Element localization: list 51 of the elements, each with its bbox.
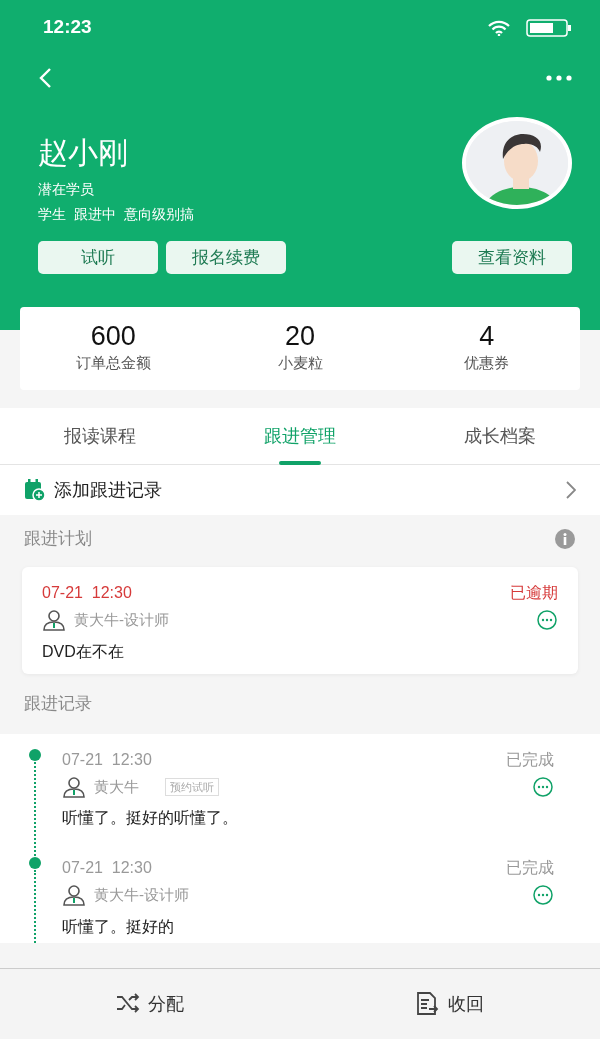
wifi-icon xyxy=(488,19,510,36)
record-person: 黄大牛-设计师 xyxy=(94,885,189,905)
tab[interactable]: 成长档案 xyxy=(450,408,550,465)
record-note: 听懂了。挺好的 xyxy=(62,916,175,937)
record-note: 听懂了。挺好的听懂了。 xyxy=(62,808,239,828)
action-button[interactable]: 报名续费 xyxy=(166,241,286,274)
more-options-icon[interactable] xyxy=(532,885,554,906)
timeline-dot-icon xyxy=(28,856,42,870)
chevron-right-icon xyxy=(566,481,576,499)
stat-value: 600 xyxy=(89,322,137,353)
section-title: 跟进计划 xyxy=(24,528,92,551)
record-status: 已完成 xyxy=(506,858,554,878)
info-icon[interactable] xyxy=(554,528,576,550)
record-date: 07-21 12:30 xyxy=(42,583,132,603)
timeline-dot-icon xyxy=(28,747,42,762)
student-type: 潜在学员 xyxy=(38,180,95,199)
person-icon xyxy=(62,884,86,907)
record-status: 已完成 xyxy=(506,749,554,770)
record-tag: 预约试听 xyxy=(165,777,219,796)
student-name: 赵小刚 xyxy=(38,135,129,171)
record-status: 已逾期 xyxy=(510,583,558,603)
stat-label: 优惠券 xyxy=(463,353,511,374)
record-person: 黄大牛 xyxy=(94,776,139,797)
calendar-add-icon xyxy=(24,479,46,501)
section-title: 跟进记录 xyxy=(24,692,92,715)
stat-value: 4 xyxy=(478,322,496,353)
battery-icon xyxy=(526,18,572,37)
student-tag: 学生 xyxy=(38,204,66,225)
bottom-action[interactable]: 分配 xyxy=(110,989,190,1019)
stat-value: 20 xyxy=(284,322,317,353)
bottom-action[interactable]: 收回 xyxy=(410,989,490,1019)
back-icon[interactable] xyxy=(38,66,52,89)
student-tag: 意向级别搞 xyxy=(124,204,194,225)
record-note: DVD在不在 xyxy=(42,641,125,662)
action-button[interactable]: 试听 xyxy=(38,241,158,274)
record-date: 07-21 12:30 xyxy=(62,858,152,878)
view-profile-button[interactable]: 查看资料 xyxy=(452,241,572,274)
record-person: 黄大牛-设计师 xyxy=(74,610,169,630)
stat-label: 小麦粒 xyxy=(276,353,324,374)
person-icon xyxy=(42,609,66,632)
record-date: 07-21 12:30 xyxy=(62,749,152,770)
student-tag: 跟进中 xyxy=(74,204,116,225)
add-record-row[interactable]: 添加跟进记录 xyxy=(0,465,600,515)
more-options-icon[interactable] xyxy=(532,776,554,797)
tab[interactable]: 报读课程 xyxy=(50,408,150,465)
more-icon[interactable] xyxy=(546,74,572,81)
person-icon xyxy=(62,775,86,798)
stat-label: 订单总金额 xyxy=(74,353,152,374)
more-options-icon[interactable] xyxy=(536,610,558,631)
status-time: 12:23 xyxy=(43,15,92,40)
document-icon xyxy=(416,992,440,1016)
